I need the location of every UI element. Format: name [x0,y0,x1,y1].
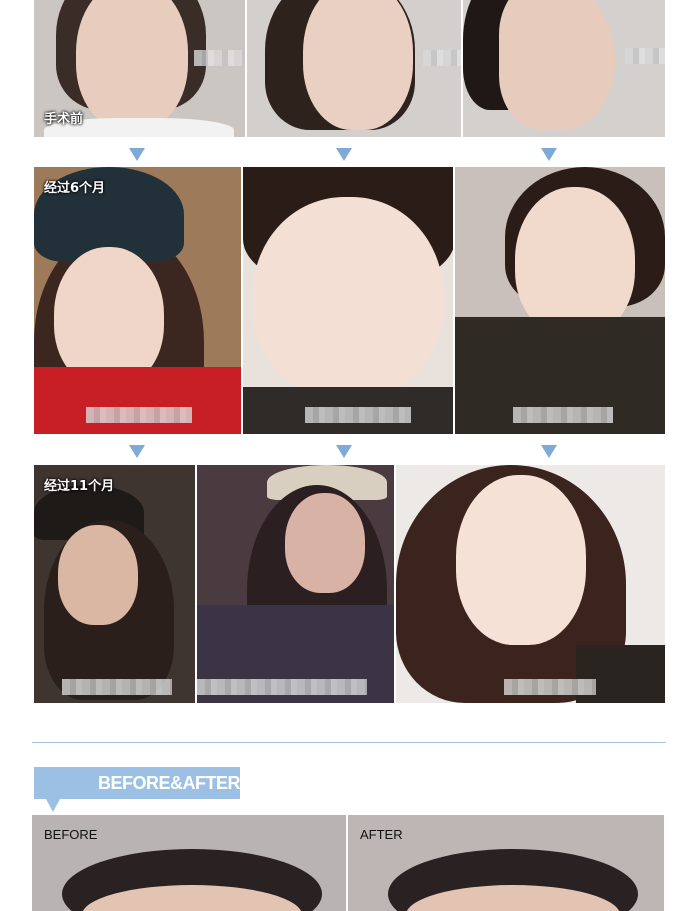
face [253,197,443,397]
face [303,0,413,130]
banner-title: BEFORE&AFTER [98,773,241,793]
photo-6m-bob [453,167,665,434]
arrow-row-2 [34,445,665,459]
banner-pointer [46,799,60,812]
photo-11m-long-hair [394,465,665,703]
watermark-blur [62,679,172,695]
before-after-banner: BEFORE&AFTER [34,767,241,799]
down-arrow-icon [336,445,352,458]
photo-6m-beanie: 经过6个月 [34,167,241,434]
face [285,493,365,593]
photo-11m-cap: 经过11个月 [34,465,195,703]
after-label: AFTER [360,827,403,842]
photo-11m-cap-selfie [195,465,394,703]
photo-three-quarter-view [245,0,461,137]
after-panel: AFTER [348,815,664,911]
watermark-blur [625,48,665,64]
watermark-blur [197,679,367,695]
red-top [34,367,241,434]
before-label: BEFORE [44,827,98,842]
face [499,0,615,130]
watermark-blur [305,407,411,423]
down-arrow-icon [129,445,145,458]
photo-front-view: 手术前 [34,0,245,137]
stage-label-before: 手术前 [44,112,84,127]
photo-side-view [461,0,665,137]
down-arrow-icon [541,148,557,161]
watermark-blur [86,407,192,423]
photo-6m-closeup [241,167,453,434]
down-arrow-icon [336,148,352,161]
face [515,187,635,337]
face [58,525,138,625]
watermark-blur [513,407,613,423]
face [54,247,164,387]
down-arrow-icon [541,445,557,458]
stage-label-6-months: 经过6个月 [44,181,106,196]
face [456,475,586,645]
before-panel: BEFORE [32,815,346,911]
watermark-blur [194,50,244,66]
arrow-row-1 [34,148,665,162]
watermark-blur [504,679,596,695]
photo-row-11-months: 经过11个月 [34,465,665,703]
stage-label-11-months: 经过11个月 [44,479,115,494]
down-arrow-icon [129,148,145,161]
photo-row-before-surgery: 手术前 [34,0,665,137]
section-divider [32,742,666,743]
photo-row-6-months: 经过6个月 [34,167,665,434]
face [76,0,188,130]
watermark-blur [423,50,461,66]
